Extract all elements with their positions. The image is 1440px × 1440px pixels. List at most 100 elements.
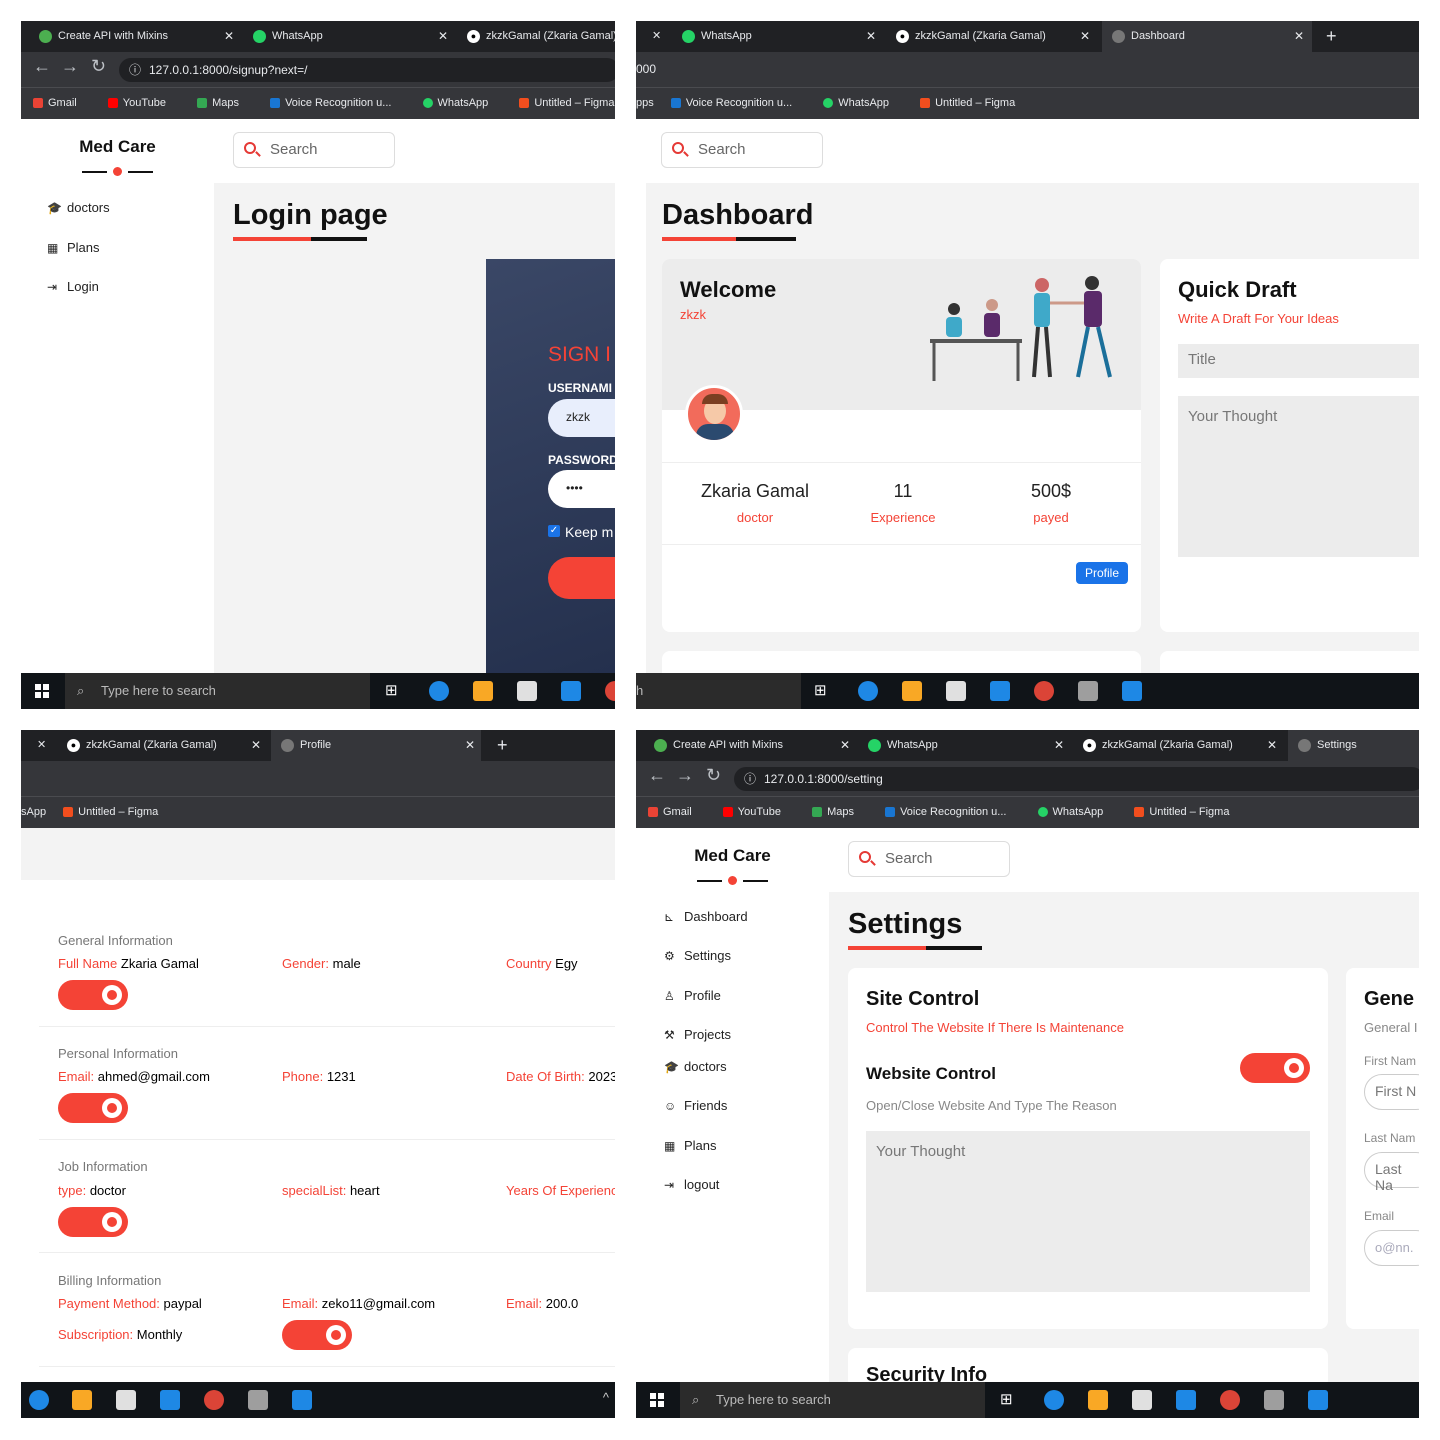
edge-icon[interactable] xyxy=(858,681,878,701)
mail-icon[interactable] xyxy=(160,1390,180,1410)
task-view-icon[interactable]: ⊞ xyxy=(814,681,834,701)
close-icon[interactable]: ✕ xyxy=(866,21,876,52)
store-icon[interactable] xyxy=(116,1390,136,1410)
bookmark-whatsapp[interactable]: WhatsApp xyxy=(422,97,503,109)
edge-icon[interactable] xyxy=(429,681,449,701)
sidebar-item-profile[interactable]: ♙ Profile xyxy=(664,988,721,1003)
sidebar-item-projects[interactable]: ⚒ Projects xyxy=(664,1027,731,1042)
tab-profile[interactable]: Profile ✕ xyxy=(271,730,481,761)
url-field[interactable]: ⓘ 127.0.0.1:8000/signup?next=/ xyxy=(119,58,615,82)
tab-create-api[interactable]: Create API with Mixins ✕ xyxy=(644,730,854,761)
username-field[interactable]: zkzk xyxy=(548,399,615,437)
reason-textarea[interactable]: Your Thought xyxy=(866,1131,1310,1292)
sidebar-item-login[interactable]: ⇥ Login xyxy=(47,279,99,294)
vscode-icon[interactable] xyxy=(292,1390,312,1410)
bookmark-figma[interactable]: Untitled – Figma xyxy=(519,97,615,109)
bookmark-whatsapp[interactable]: sApp xyxy=(21,806,46,818)
mail-icon[interactable] xyxy=(990,681,1010,701)
close-icon[interactable]: ✕ xyxy=(465,730,475,761)
draft-thought-textarea[interactable]: Your Thought xyxy=(1178,396,1419,557)
close-icon[interactable]: ✕ xyxy=(37,730,46,761)
tab-github[interactable]: ● zkzkGamal (Zkaria Gamal) ✕ xyxy=(1073,730,1283,761)
taskbar-search[interactable]: h xyxy=(636,673,801,709)
folder-icon[interactable] xyxy=(902,681,922,701)
bookmark-figma[interactable]: Untitled – Figma xyxy=(1134,806,1243,818)
edge-icon[interactable] xyxy=(1044,1390,1064,1410)
bookmark-youtube[interactable]: YouTube xyxy=(107,97,180,109)
store-icon[interactable] xyxy=(517,681,537,701)
mail-icon[interactable] xyxy=(561,681,581,701)
bookmark-voice[interactable]: Voice Recognition u... xyxy=(885,806,1020,818)
bookmark-whatsapp[interactable]: WhatsApp xyxy=(823,97,903,109)
sidebar-item-doctors[interactable]: 🎓 doctors xyxy=(47,200,110,215)
store-icon[interactable] xyxy=(946,681,966,701)
general-toggle[interactable] xyxy=(58,980,128,1010)
sidebar-item-plans[interactable]: ▦ Plans xyxy=(47,240,100,255)
app-icon[interactable] xyxy=(1264,1390,1284,1410)
tab-github[interactable]: ● zkzkGamal (Zkaria Gamal) xyxy=(457,21,615,52)
taskbar-search[interactable]: ⌕ Type here to search xyxy=(65,673,370,709)
folder-icon[interactable] xyxy=(72,1390,92,1410)
sidebar-item-logout[interactable]: ⇥ logout xyxy=(664,1177,719,1192)
url-text[interactable]: 000 xyxy=(636,62,656,76)
sidebar-item-settings[interactable]: ⚙ Settings xyxy=(664,948,731,963)
last-name-input[interactable]: Last Na xyxy=(1364,1152,1419,1193)
draft-title-input[interactable]: Title xyxy=(1178,344,1419,378)
billing-toggle[interactable] xyxy=(282,1320,352,1350)
bookmark-apps[interactable]: pps xyxy=(636,97,654,109)
tab-settings[interactable]: Settings xyxy=(1288,730,1419,761)
bookmark-whatsapp[interactable]: WhatsApp xyxy=(1037,806,1118,818)
close-icon[interactable]: ✕ xyxy=(652,21,661,52)
forward-icon[interactable]: → xyxy=(676,765,694,786)
bookmark-gmail[interactable]: Gmail xyxy=(648,806,706,818)
email-input[interactable]: o@nn. xyxy=(1364,1230,1419,1266)
windows-start-icon[interactable] xyxy=(650,1393,664,1407)
task-view-icon[interactable]: ⊞ xyxy=(1000,1390,1020,1410)
chrome-icon[interactable] xyxy=(204,1390,224,1410)
website-control-toggle[interactable] xyxy=(1240,1053,1310,1083)
forward-icon[interactable]: → xyxy=(61,56,79,77)
reload-icon[interactable]: ↻ xyxy=(706,765,721,786)
close-icon[interactable]: ✕ xyxy=(1294,21,1304,52)
url-field[interactable]: ⓘ 127.0.0.1:8000/setting xyxy=(734,767,1419,791)
keep-checkbox[interactable]: ✓ xyxy=(548,525,560,537)
tab-whatsapp[interactable]: WhatsApp ✕ xyxy=(672,21,878,52)
sidebar-item-friends[interactable]: ☺ Friends xyxy=(664,1098,727,1113)
new-tab-icon[interactable]: + xyxy=(497,730,508,761)
search-input[interactable]: Search xyxy=(233,132,395,168)
bookmark-maps[interactable]: Maps xyxy=(812,806,868,818)
reload-icon[interactable]: ↻ xyxy=(91,56,106,77)
chrome-icon[interactable] xyxy=(605,681,615,701)
tab-whatsapp[interactable]: WhatsApp ✕ xyxy=(243,21,451,52)
sidebar-item-plans[interactable]: ▦ Plans xyxy=(664,1138,717,1153)
store-icon[interactable] xyxy=(1132,1390,1152,1410)
bookmark-maps[interactable]: Maps xyxy=(197,97,253,109)
folder-icon[interactable] xyxy=(1088,1390,1108,1410)
tab-github[interactable]: ● zkzkGamal (Zkaria Gamal) ✕ xyxy=(57,730,267,761)
taskbar-search[interactable]: ⌕ Type here to search xyxy=(680,1382,985,1418)
search-input[interactable]: Search xyxy=(661,132,823,168)
close-icon[interactable]: ✕ xyxy=(1080,21,1090,52)
password-field[interactable]: •••• xyxy=(548,470,615,508)
bookmark-youtube[interactable]: YouTube xyxy=(722,806,795,818)
bookmark-voice[interactable]: Voice Recognition u... xyxy=(670,97,806,109)
bookmark-figma[interactable]: Untitled – Figma xyxy=(920,97,1029,109)
windows-start-icon[interactable] xyxy=(35,684,49,698)
back-icon[interactable]: ← xyxy=(33,56,51,77)
sidebar-item-dashboard[interactable]: ⊾ Dashboard xyxy=(664,909,748,924)
profile-button[interactable]: Profile xyxy=(1076,562,1129,584)
personal-toggle[interactable] xyxy=(58,1093,128,1123)
folder-icon[interactable] xyxy=(473,681,493,701)
tab-create-api[interactable]: Create API with Mixins ✕ xyxy=(29,21,239,52)
chevron-up-icon[interactable]: ^ xyxy=(603,1390,609,1405)
close-icon[interactable]: ✕ xyxy=(224,21,234,52)
close-icon[interactable]: ✕ xyxy=(1267,730,1277,761)
task-view-icon[interactable]: ⊞ xyxy=(385,681,405,701)
chrome-icon[interactable] xyxy=(1220,1390,1240,1410)
signin-button[interactable] xyxy=(548,557,615,599)
app-icon[interactable] xyxy=(1078,681,1098,701)
close-icon[interactable]: ✕ xyxy=(840,730,850,761)
back-icon[interactable]: ← xyxy=(648,765,666,786)
vscode-icon[interactable] xyxy=(1308,1390,1328,1410)
search-input[interactable]: Search xyxy=(848,841,1010,877)
